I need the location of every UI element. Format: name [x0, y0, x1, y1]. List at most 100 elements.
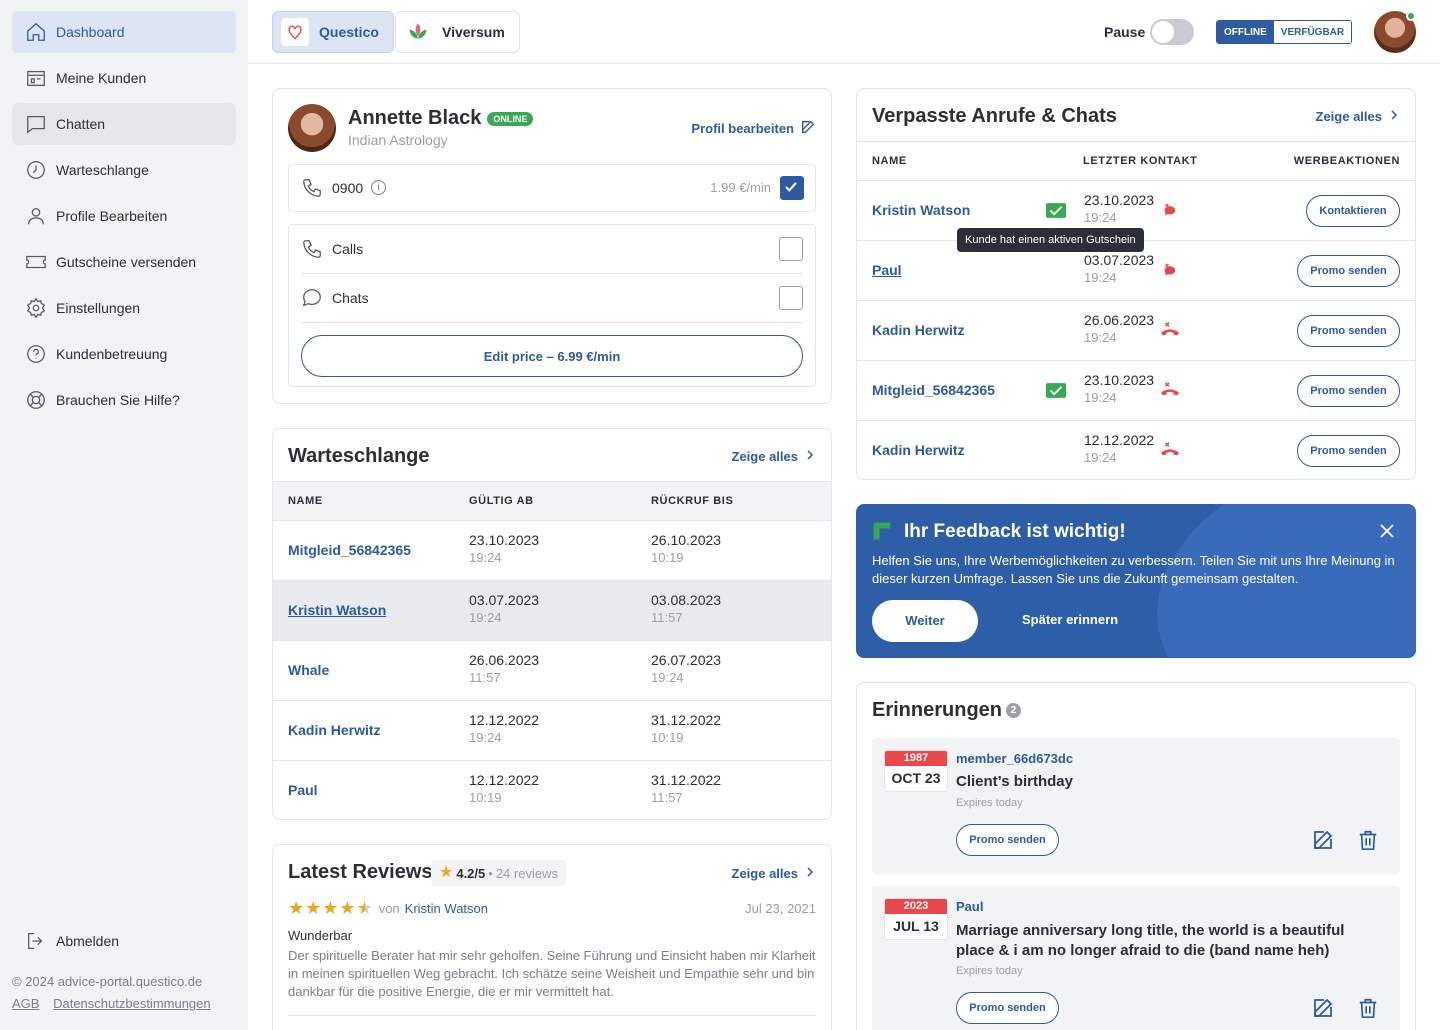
- calendar-badge: 1987 OCT 23: [884, 750, 948, 792]
- missed-show-all[interactable]: Zeige alles: [1316, 108, 1400, 124]
- table-row[interactable]: Kadin Herwitz 26.06.2023 19:24 Promo senden: [857, 301, 1415, 361]
- sidebar-item-einstellungen[interactable]: Einstellungen: [12, 287, 236, 329]
- pause-label: Pause: [1104, 24, 1146, 40]
- missed-card: Verpasste Anrufe & Chats Zeige alles NAM…: [856, 88, 1416, 480]
- user-avatar[interactable]: [1374, 11, 1416, 53]
- table-row[interactable]: Kristin Watson 03.07.2023 19:24 03.08.20…: [273, 581, 831, 641]
- missed-chat-icon: [1161, 261, 1179, 282]
- brand-label: Questico: [319, 24, 379, 40]
- edit-profile-button[interactable]: Profil bearbeiten: [691, 119, 816, 138]
- reminders-count: 2: [1006, 703, 1022, 718]
- sidebar-item-dashboard[interactable]: Dashboard: [12, 11, 236, 53]
- col-last-contact: LETZTER KONTAKT: [1083, 155, 1198, 167]
- table-row[interactable]: Kadin Herwitz 12.12.2022 19:24 Promo senden: [857, 421, 1415, 479]
- table-row[interactable]: Paul 12.12.2022 10:19 31.12.2022 11:57: [273, 761, 831, 819]
- viversum-logo-icon: [404, 18, 432, 46]
- chevron-right-icon: [804, 448, 816, 464]
- promo-send-button[interactable]: Promo senden: [1297, 255, 1400, 287]
- sidebar-item-kundenbetreuung[interactable]: Kundenbetreuung: [12, 333, 236, 375]
- reminder-member[interactable]: member_66d673dc: [956, 751, 1073, 766]
- from-date: 26.06.2023: [469, 652, 540, 668]
- queue-name[interactable]: Whale: [288, 662, 329, 678]
- from-time: 11:57: [469, 670, 501, 685]
- queue-show-all[interactable]: Zeige alles: [732, 448, 816, 464]
- missed-name[interactable]: Kristin Watson: [872, 202, 970, 218]
- sidebar-item-label: Meine Kunden: [56, 70, 147, 86]
- sidebar-item-meine-kunden[interactable]: Meine Kunden: [12, 57, 236, 99]
- table-row[interactable]: Mitgleid_56842365 23.10.2023 19:24 26.10…: [273, 521, 831, 581]
- queue-name[interactable]: Mitgleid_56842365: [288, 542, 411, 558]
- info-icon[interactable]: i: [371, 180, 386, 195]
- lifebuoy-icon: [24, 388, 48, 412]
- sidebar-item-brauchen-hilfe[interactable]: Brauchen Sie Hilfe?: [12, 379, 236, 421]
- promo-send-button[interactable]: Promo senden: [956, 824, 1059, 856]
- reminder-member[interactable]: Paul: [956, 899, 983, 914]
- brand-tab-viversum[interactable]: Viversum: [395, 11, 520, 53]
- help-circle-icon: [24, 342, 48, 366]
- privacy-link[interactable]: Datenschutzbestimmungen: [53, 996, 211, 1011]
- contact-button[interactable]: Kontaktieren: [1306, 195, 1400, 227]
- clock-icon: [24, 158, 48, 182]
- table-row[interactable]: Whale 26.06.2023 11:57 26.07.2023 19:24: [273, 641, 831, 701]
- brand-tab-questico[interactable]: Questico: [272, 11, 394, 53]
- to-date: 26.07.2023: [651, 652, 722, 668]
- feedback-continue-button[interactable]: Weiter: [872, 600, 978, 642]
- agb-link[interactable]: AGB: [12, 996, 39, 1011]
- close-icon[interactable]: [1378, 522, 1396, 543]
- contact-date: 23.10.2023: [1084, 192, 1155, 208]
- queue-name[interactable]: Kadin Herwitz: [288, 722, 381, 738]
- promo-send-button[interactable]: Promo senden: [1297, 315, 1400, 347]
- chats-checkbox[interactable]: [779, 286, 803, 310]
- phone-icon: [301, 238, 323, 263]
- feedback-title: Ihr Feedback ist wichtig!: [904, 521, 1126, 542]
- reviews-show-all[interactable]: Zeige alles: [732, 865, 816, 881]
- edit-icon[interactable]: [1311, 996, 1335, 1023]
- status-offline[interactable]: OFFLINE: [1217, 21, 1274, 43]
- queue-name[interactable]: Paul: [288, 782, 318, 798]
- missed-call-icon: [1159, 381, 1181, 402]
- promo-send-button[interactable]: Promo senden: [956, 992, 1059, 1024]
- phone-price-row: 0900 i 1.99 €/min: [288, 164, 816, 212]
- chat-icon: [24, 112, 48, 136]
- review-stars: ★ ★ ★ ★ ★: [288, 899, 373, 917]
- sidebar-item-profile-bearbeiten[interactable]: Profile Bearbeiten: [12, 195, 236, 237]
- reminder-year: 1987: [885, 751, 947, 766]
- to-date: 31.12.2022: [651, 712, 722, 728]
- phone-price: 1.99 €/min: [710, 180, 771, 195]
- calendar-badge: 2023 JUL 13: [884, 898, 948, 940]
- promo-send-button[interactable]: Promo senden: [1297, 435, 1400, 467]
- calls-checkbox[interactable]: [779, 237, 803, 261]
- from-time: 19:24: [469, 550, 502, 565]
- missed-name[interactable]: Kadin Herwitz: [872, 442, 965, 458]
- missed-name[interactable]: Mitgleid_56842365: [872, 382, 995, 398]
- missed-name[interactable]: Kadin Herwitz: [872, 322, 965, 338]
- promo-send-button[interactable]: Promo senden: [1297, 375, 1400, 407]
- phone-checkbox[interactable]: [780, 176, 804, 200]
- reminder-year: 2023: [885, 899, 947, 914]
- trash-icon[interactable]: [1357, 996, 1379, 1023]
- edit-icon[interactable]: [1311, 828, 1335, 855]
- feedback-remind-later-button[interactable]: Später erinnern: [1022, 612, 1118, 627]
- sidebar-item-warteschlange[interactable]: Warteschlange: [12, 149, 236, 191]
- queue-name[interactable]: Kristin Watson: [288, 602, 386, 618]
- sidebar-item-chatten[interactable]: Chatten: [12, 103, 236, 145]
- review-author[interactable]: Kristin Watson: [405, 901, 488, 916]
- status-switch[interactable]: OFFLINE VERFÜGBAR: [1216, 20, 1353, 44]
- gear-icon: [24, 296, 48, 320]
- edit-price-button[interactable]: Edit price – 6.99 €/min: [301, 335, 803, 377]
- sidebar-item-gutscheine[interactable]: Gutscheine versenden: [12, 241, 236, 283]
- table-row[interactable]: Mitgleid_56842365 23.10.2023 19:24 Promo se…: [857, 361, 1415, 421]
- show-all-label: Zeige alles: [731, 448, 798, 464]
- status-available[interactable]: VERFÜGBAR: [1273, 21, 1352, 43]
- logout-button[interactable]: Abmelden: [12, 920, 236, 962]
- pause-toggle[interactable]: [1150, 19, 1194, 45]
- missed-name[interactable]: Paul: [872, 262, 902, 278]
- from-time: 19:24: [469, 610, 502, 625]
- col-promotions: WERBEAKTIONEN: [1293, 155, 1400, 167]
- reminder-title: Marriage anniversary long title, the wor…: [956, 922, 1345, 959]
- reminder-item: 1987 OCT 23 member_66d673dc Client’s bir…: [872, 738, 1400, 874]
- table-row[interactable]: Kadin Herwitz 12.12.2022 19:24 31.12.202…: [273, 701, 831, 761]
- trash-icon[interactable]: [1357, 828, 1379, 855]
- missed-chat-icon: [1161, 201, 1179, 222]
- rating-separator: •: [488, 865, 493, 881]
